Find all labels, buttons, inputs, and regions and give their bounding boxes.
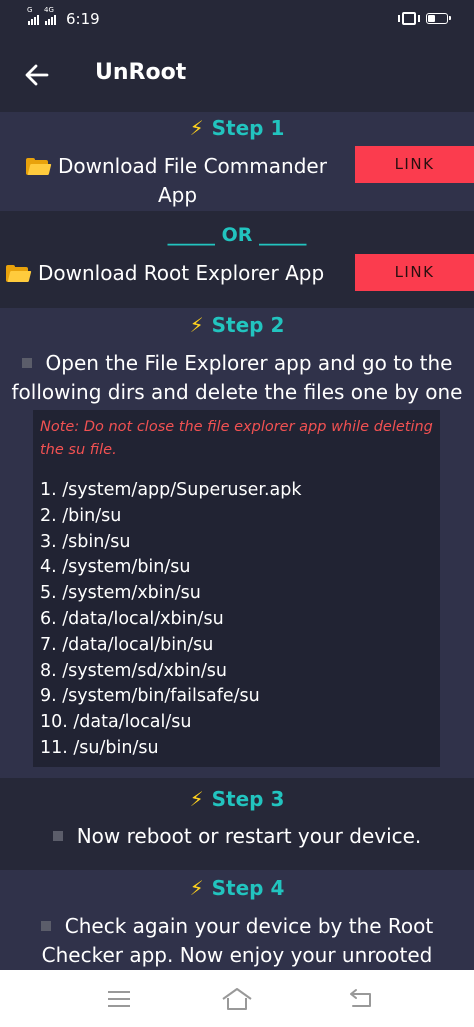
step-3-heading: ⚡ Step 3 <box>189 787 285 811</box>
list-item: 5. /system/xbin/su <box>40 583 201 604</box>
list-item: 10. /data/local/su <box>40 712 192 733</box>
vibrate-icon <box>398 12 420 25</box>
list-item: 1. /system/app/Superuser.apk <box>40 480 302 500</box>
download-file-commander-text: Download File Commander <box>26 152 327 181</box>
bullet-icon <box>21 358 32 368</box>
signal-icon: 4G <box>44 6 56 25</box>
list-item: 11. /su/bin/su <box>40 737 159 758</box>
folder-icon <box>6 265 32 282</box>
paths-box: Note: Do not close the file explorer app… <box>33 410 440 767</box>
file-commander-link-button[interactable]: LINK <box>355 146 474 183</box>
paths-list: 1. /system/app/Superuser.apk 2. /bin/su … <box>40 478 302 762</box>
step-4-heading: ⚡ Step 4 <box>189 876 285 900</box>
page-title: UnRoot <box>95 60 187 85</box>
status-bar: G 4G 6:19 <box>0 0 474 40</box>
system-nav-bar <box>0 970 474 1027</box>
root-explorer-link-button[interactable]: LINK <box>355 254 474 291</box>
bullet-icon <box>40 921 51 931</box>
list-item: 3. /sbin/su <box>40 531 131 552</box>
lightning-bolt-icon: ⚡ <box>189 876 204 900</box>
app-bar: UnRoot <box>0 40 474 110</box>
folder-icon <box>26 158 52 175</box>
list-item: 6. /data/local/xbin/su <box>40 608 224 629</box>
download-file-commander-text-line2: App <box>158 183 198 207</box>
step-2-heading: ⚡ Step 2 <box>189 313 285 337</box>
back-button[interactable] <box>20 58 54 92</box>
battery-icon <box>426 13 451 24</box>
list-item: 8. /system/sd/xbin/su <box>40 660 227 681</box>
lightning-bolt-icon: ⚡ <box>189 116 204 140</box>
list-item: 9. /system/bin/failsafe/su <box>40 686 260 707</box>
list-item: 2. /bin/su <box>40 505 122 526</box>
list-item: 4. /system/bin/su <box>40 557 191 578</box>
lightning-bolt-icon: ⚡ <box>189 787 204 811</box>
back-icon[interactable] <box>348 988 376 1010</box>
signal-icon: G <box>27 6 39 25</box>
download-root-explorer-text: Download Root Explorer App <box>6 259 324 288</box>
step-3-instruction: Now reboot or restart your device. <box>0 822 474 851</box>
lightning-bolt-icon: ⚡ <box>189 313 204 337</box>
step-2-instruction-line2: following dirs and delete the files one … <box>11 380 463 404</box>
step-1-heading: ⚡ Step 1 <box>189 116 285 140</box>
step-4-instruction: Check again your device by the Root <box>0 912 474 941</box>
arrow-left-icon <box>25 64 49 86</box>
home-icon[interactable] <box>221 986 253 1012</box>
note-text: Note: Do not close the file explorer app… <box>40 419 433 458</box>
step-4-instruction-line2: Checker app. Now enjoy your unrooted <box>41 943 433 967</box>
or-divider: _____ OR _____ <box>167 224 307 246</box>
clock: 6:19 <box>66 10 100 28</box>
menu-icon[interactable] <box>108 991 130 1007</box>
bullet-icon <box>52 831 63 841</box>
list-item: 7. /data/local/bin/su <box>40 634 214 655</box>
step-2-instruction: Open the File Explorer app and go to the <box>0 349 474 378</box>
